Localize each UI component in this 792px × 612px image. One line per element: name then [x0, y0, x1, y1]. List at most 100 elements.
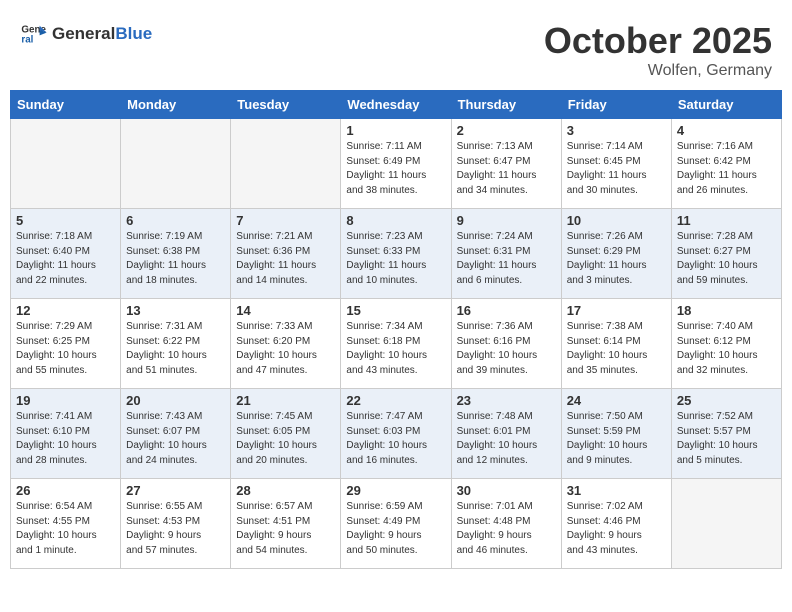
- calendar-cell: [671, 479, 781, 569]
- calendar-cell: [11, 119, 121, 209]
- day-info: Sunrise: 7:33 AM Sunset: 6:20 PM Dayligh…: [236, 320, 335, 378]
- day-number: 23: [457, 393, 556, 408]
- logo-text-blue: Blue: [115, 24, 152, 43]
- day-number: 30: [457, 483, 556, 498]
- day-info: Sunrise: 7:45 AM Sunset: 6:05 PM Dayligh…: [236, 410, 335, 468]
- day-info: Sunrise: 7:36 AM Sunset: 6:16 PM Dayligh…: [457, 320, 556, 378]
- day-number: 21: [236, 393, 335, 408]
- calendar-cell: 25 Sunrise: 7:52 AM Sunset: 5:57 PM Dayli…: [671, 389, 781, 479]
- day-number: 10: [567, 213, 666, 228]
- calendar-cell: 6 Sunrise: 7:19 AM Sunset: 6:38 PM Daylig…: [121, 209, 231, 299]
- calendar-cell: 22Sunrise: 7:47 AM Sunset: 6:03 PM Dayli…: [341, 389, 451, 479]
- weekday-header-row: SundayMondayTuesdayWednesdayThursdayFrid…: [11, 91, 782, 119]
- calendar-cell: 11Sunrise: 7:28 AM Sunset: 6:27 PM Dayli…: [671, 209, 781, 299]
- calendar-cell: 17 Sunrise: 7:38 AM Sunset: 6:14 PM Dayli…: [561, 299, 671, 389]
- weekday-header: Tuesday: [231, 91, 341, 119]
- day-number: 16: [457, 303, 556, 318]
- day-number: 11: [677, 213, 776, 228]
- day-number: 18: [677, 303, 776, 318]
- day-info: Sunrise: 7:11 AM Sunset: 6:49 PM Dayligh…: [346, 140, 445, 198]
- calendar-cell: 19 Sunrise: 7:41 AM Sunset: 6:10 PM Dayli…: [11, 389, 121, 479]
- calendar-cell: 15Sunrise: 7:34 AM Sunset: 6:18 PM Dayli…: [341, 299, 451, 389]
- day-info: Sunrise: 7:18 AM Sunset: 6:40 PM Dayligh…: [16, 230, 115, 288]
- day-info: Sunrise: 7:40 AM Sunset: 6:12 PM Dayligh…: [677, 320, 776, 378]
- day-info: Sunrise: 7:29 AM Sunset: 6:25 PM Dayligh…: [16, 320, 115, 378]
- logo: Gene ral GeneralBlue: [20, 20, 152, 48]
- calendar-cell: 16 Sunrise: 7:36 AM Sunset: 6:16 PM Dayli…: [451, 299, 561, 389]
- day-number: 26: [16, 483, 115, 498]
- day-info: Sunrise: 7:19 AM Sunset: 6:38 PM Dayligh…: [126, 230, 225, 288]
- day-info: Sunrise: 7:43 AM Sunset: 6:07 PM Dayligh…: [126, 410, 225, 468]
- day-number: 25: [677, 393, 776, 408]
- calendar-table: SundayMondayTuesdayWednesdayThursdayFrid…: [10, 90, 782, 569]
- calendar-cell: 1 Sunrise: 7:11 AM Sunset: 6:49 PM Daylig…: [341, 119, 451, 209]
- page-header: Gene ral GeneralBlue October 2025 Wolfen…: [10, 10, 782, 85]
- calendar-cell: 7Sunrise: 7:21 AM Sunset: 6:36 PM Daylig…: [231, 209, 341, 299]
- day-info: Sunrise: 6:55 AM Sunset: 4:53 PM Dayligh…: [126, 500, 225, 558]
- logo-text-general: General: [52, 24, 115, 43]
- calendar-cell: 5 Sunrise: 7:18 AM Sunset: 6:40 PM Daylig…: [11, 209, 121, 299]
- calendar-cell: [231, 119, 341, 209]
- day-number: 4: [677, 123, 776, 138]
- calendar-cell: [121, 119, 231, 209]
- day-number: 27: [126, 483, 225, 498]
- weekday-header: Monday: [121, 91, 231, 119]
- day-info: Sunrise: 7:38 AM Sunset: 6:14 PM Dayligh…: [567, 320, 666, 378]
- weekday-header: Sunday: [11, 91, 121, 119]
- location-text: Wolfen, Germany: [544, 62, 772, 80]
- calendar-cell: 2Sunrise: 7:13 AM Sunset: 6:47 PM Daylig…: [451, 119, 561, 209]
- day-number: 8: [346, 213, 445, 228]
- calendar-cell: 21 Sunrise: 7:45 AM Sunset: 6:05 PM Dayli…: [231, 389, 341, 479]
- calendar-week-row: 5 Sunrise: 7:18 AM Sunset: 6:40 PM Daylig…: [11, 209, 782, 299]
- day-info: Sunrise: 7:02 AM Sunset: 4:46 PM Dayligh…: [567, 500, 666, 558]
- day-info: Sunrise: 7:48 AM Sunset: 6:01 PM Dayligh…: [457, 410, 556, 468]
- day-number: 5: [16, 213, 115, 228]
- weekday-header: Thursday: [451, 91, 561, 119]
- day-number: 12: [16, 303, 115, 318]
- calendar-cell: 24 Sunrise: 7:50 AM Sunset: 5:59 PM Dayli…: [561, 389, 671, 479]
- calendar-cell: 20 Sunrise: 7:43 AM Sunset: 6:07 PM Dayli…: [121, 389, 231, 479]
- day-info: Sunrise: 6:59 AM Sunset: 4:49 PM Dayligh…: [346, 500, 445, 558]
- calendar-cell: 13Sunrise: 7:31 AM Sunset: 6:22 PM Dayli…: [121, 299, 231, 389]
- day-info: Sunrise: 7:16 AM Sunset: 6:42 PM Dayligh…: [677, 140, 776, 198]
- weekday-header: Friday: [561, 91, 671, 119]
- day-info: Sunrise: 7:14 AM Sunset: 6:45 PM Dayligh…: [567, 140, 666, 198]
- calendar-week-row: 1 Sunrise: 7:11 AM Sunset: 6:49 PM Daylig…: [11, 119, 782, 209]
- calendar-cell: 29 Sunrise: 6:59 AM Sunset: 4:49 PM Dayli…: [341, 479, 451, 569]
- day-number: 17: [567, 303, 666, 318]
- month-title: October 2025: [544, 20, 772, 62]
- calendar-cell: 26 Sunrise: 6:54 AM Sunset: 4:55 PM Dayli…: [11, 479, 121, 569]
- calendar-week-row: 26 Sunrise: 6:54 AM Sunset: 4:55 PM Dayli…: [11, 479, 782, 569]
- svg-text:ral: ral: [21, 34, 33, 45]
- day-number: 31: [567, 483, 666, 498]
- calendar-cell: 10 Sunrise: 7:26 AM Sunset: 6:29 PM Dayli…: [561, 209, 671, 299]
- day-info: Sunrise: 7:52 AM Sunset: 5:57 PM Dayligh…: [677, 410, 776, 468]
- day-number: 24: [567, 393, 666, 408]
- calendar-cell: 30Sunrise: 7:01 AM Sunset: 4:48 PM Dayli…: [451, 479, 561, 569]
- day-info: Sunrise: 7:41 AM Sunset: 6:10 PM Dayligh…: [16, 410, 115, 468]
- calendar-week-row: 19 Sunrise: 7:41 AM Sunset: 6:10 PM Dayli…: [11, 389, 782, 479]
- day-number: 20: [126, 393, 225, 408]
- day-info: Sunrise: 6:57 AM Sunset: 4:51 PM Dayligh…: [236, 500, 335, 558]
- calendar-cell: 23 Sunrise: 7:48 AM Sunset: 6:01 PM Dayli…: [451, 389, 561, 479]
- title-block: October 2025 Wolfen, Germany: [544, 20, 772, 80]
- day-info: Sunrise: 7:50 AM Sunset: 5:59 PM Dayligh…: [567, 410, 666, 468]
- day-number: 29: [346, 483, 445, 498]
- day-info: Sunrise: 7:26 AM Sunset: 6:29 PM Dayligh…: [567, 230, 666, 288]
- day-number: 19: [16, 393, 115, 408]
- logo-icon: Gene ral: [20, 20, 48, 48]
- calendar-cell: 31 Sunrise: 7:02 AM Sunset: 4:46 PM Dayli…: [561, 479, 671, 569]
- calendar-cell: 4 Sunrise: 7:16 AM Sunset: 6:42 PM Daylig…: [671, 119, 781, 209]
- day-number: 1: [346, 123, 445, 138]
- calendar-cell: 18 Sunrise: 7:40 AM Sunset: 6:12 PM Dayli…: [671, 299, 781, 389]
- calendar-cell: 12 Sunrise: 7:29 AM Sunset: 6:25 PM Dayli…: [11, 299, 121, 389]
- day-number: 22: [346, 393, 445, 408]
- day-info: Sunrise: 7:24 AM Sunset: 6:31 PM Dayligh…: [457, 230, 556, 288]
- day-number: 7: [236, 213, 335, 228]
- calendar-cell: 8Sunrise: 7:23 AM Sunset: 6:33 PM Daylig…: [341, 209, 451, 299]
- day-number: 9: [457, 213, 556, 228]
- day-number: 15: [346, 303, 445, 318]
- day-number: 6: [126, 213, 225, 228]
- calendar-cell: 9 Sunrise: 7:24 AM Sunset: 6:31 PM Daylig…: [451, 209, 561, 299]
- day-info: Sunrise: 6:54 AM Sunset: 4:55 PM Dayligh…: [16, 500, 115, 558]
